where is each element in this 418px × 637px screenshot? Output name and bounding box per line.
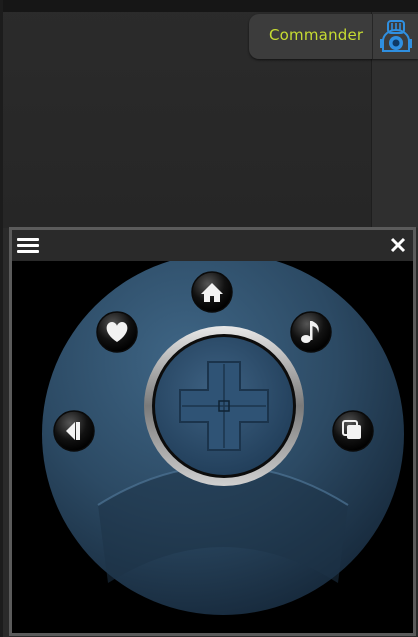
directional-pad[interactable] — [144, 326, 304, 486]
favorite-button[interactable] — [96, 311, 138, 353]
robot-icon[interactable] — [378, 19, 414, 55]
remote-title-bar — [12, 230, 413, 261]
back-button[interactable] — [53, 410, 95, 452]
remote-control — [42, 261, 404, 615]
top-status-strip — [0, 0, 418, 12]
commander-tab[interactable]: Commander — [249, 14, 418, 59]
left-edge — [0, 0, 3, 637]
windows-button[interactable] — [332, 410, 374, 452]
home-button[interactable] — [191, 271, 233, 313]
music-button[interactable] — [290, 311, 332, 353]
close-icon[interactable] — [389, 236, 407, 254]
commander-divider — [372, 14, 373, 59]
hamburger-menu-icon[interactable] — [17, 238, 39, 254]
remote-window — [9, 227, 416, 636]
remote-area — [12, 261, 413, 633]
commander-label: Commander — [269, 26, 364, 44]
